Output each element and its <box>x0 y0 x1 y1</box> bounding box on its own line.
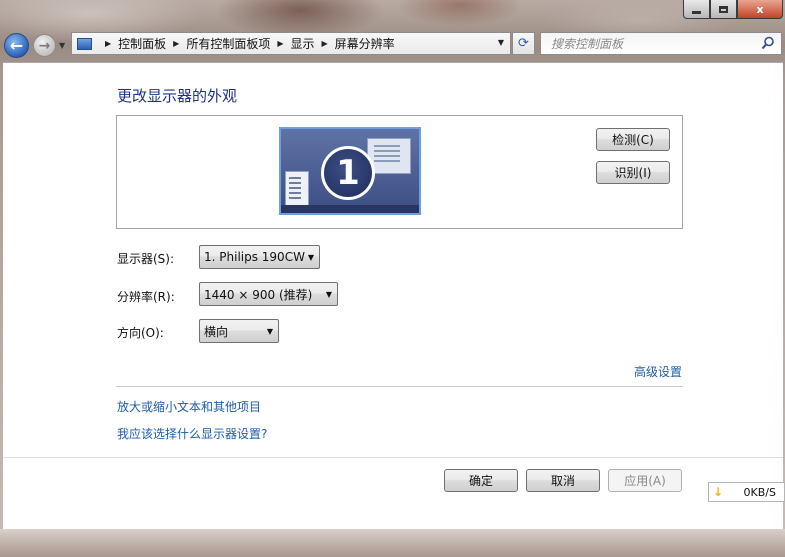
search-icon[interactable] <box>761 36 775 50</box>
close-button[interactable]: x <box>737 0 783 19</box>
network-speed-widget[interactable]: ↓ 0KB/S <box>708 482 785 502</box>
minimize-button[interactable] <box>683 0 710 19</box>
forward-button[interactable]: → <box>33 34 56 57</box>
breadcrumb-item-all-items[interactable]: 所有控制面板项 <box>186 35 270 52</box>
detect-button[interactable]: 检测(C) <box>596 128 670 151</box>
orientation-select-value: 横向 <box>204 324 229 339</box>
page-title: 更改显示器的外观 <box>117 87 238 105</box>
which-settings-link[interactable]: 我应该选择什么显示器设置? <box>117 425 267 442</box>
monitor-1-thumbnail[interactable]: 1 <box>279 127 421 215</box>
content-panel: 更改显示器的外观 1 检测(C) 识别(I) 显示器(S): 1. Philip… <box>3 62 783 530</box>
resolution-select[interactable]: 1440 × 900 (推荐) ▼ <box>199 282 338 306</box>
back-button[interactable]: ← <box>4 33 29 58</box>
history-dropdown-icon[interactable]: ▼ <box>59 41 65 50</box>
maximize-icon <box>719 5 728 13</box>
refresh-icon: ⟳ <box>518 36 529 51</box>
caption-buttons: x <box>683 0 783 20</box>
chevron-down-icon: ▼ <box>266 327 273 336</box>
identify-button[interactable]: 识别(I) <box>596 161 670 184</box>
download-arrow-icon: ↓ <box>713 485 724 499</box>
minimize-icon <box>692 10 701 14</box>
search-input[interactable]: 搜索控制面板 <box>540 32 782 55</box>
cancel-button[interactable]: 取消 <box>526 469 600 492</box>
chevron-down-icon: ▼ <box>325 290 332 299</box>
breadcrumb-separator-icon[interactable]: ▶ <box>173 39 179 48</box>
forward-arrow-icon: → <box>38 37 51 54</box>
divider <box>116 386 683 387</box>
breadcrumb-item-screen-resolution[interactable]: 屏幕分辨率 <box>335 35 395 52</box>
display-preview-area: 1 检测(C) 识别(I) <box>116 115 683 229</box>
address-dropdown-icon[interactable]: ▼ <box>498 38 504 47</box>
monitor-taskbar-graphic <box>281 205 419 213</box>
apply-button: 应用(A) <box>608 469 682 492</box>
refresh-button[interactable]: ⟳ <box>512 32 535 55</box>
footer-divider <box>3 457 783 458</box>
breadcrumb-item-display[interactable]: 显示 <box>291 35 315 52</box>
breadcrumb-separator-icon[interactable]: ▶ <box>105 39 111 48</box>
breadcrumb-item-control-panel[interactable]: 控制面板 <box>118 35 166 52</box>
breadcrumb-separator-icon[interactable]: ▶ <box>277 39 283 48</box>
breadcrumb: ▶ 控制面板 ▶ 所有控制面板项 ▶ 显示 ▶ 屏幕分辨率 <box>98 35 395 52</box>
resolution-label: 分辨率(R): <box>117 290 175 304</box>
display-select-value: 1. Philips 190CW <box>204 250 305 264</box>
advanced-settings-link[interactable]: 高级设置 <box>634 363 682 380</box>
window-bottom-border <box>0 529 785 557</box>
monitor-number-badge: 1 <box>321 146 375 200</box>
display-label: 显示器(S): <box>117 252 175 266</box>
maximize-button[interactable] <box>710 0 737 19</box>
breadcrumb-separator-icon[interactable]: ▶ <box>322 39 328 48</box>
chevron-down-icon: ▼ <box>307 253 314 262</box>
text-size-link[interactable]: 放大或缩小文本和其他项目 <box>117 398 261 415</box>
orientation-select[interactable]: 横向 ▼ <box>199 319 279 343</box>
address-bar[interactable]: ▶ 控制面板 ▶ 所有控制面板项 ▶ 显示 ▶ 屏幕分辨率 ▼ <box>71 32 511 55</box>
control-panel-icon <box>77 37 92 50</box>
ok-button[interactable]: 确定 <box>444 469 518 492</box>
back-arrow-icon: ← <box>9 36 24 55</box>
display-select[interactable]: 1. Philips 190CW ▼ <box>199 245 320 269</box>
network-speed-value: 0KB/S <box>743 485 776 499</box>
resolution-select-value: 1440 × 900 (推荐) <box>204 287 313 302</box>
search-placeholder: 搜索控制面板 <box>551 37 624 51</box>
orientation-label: 方向(O): <box>117 326 164 340</box>
